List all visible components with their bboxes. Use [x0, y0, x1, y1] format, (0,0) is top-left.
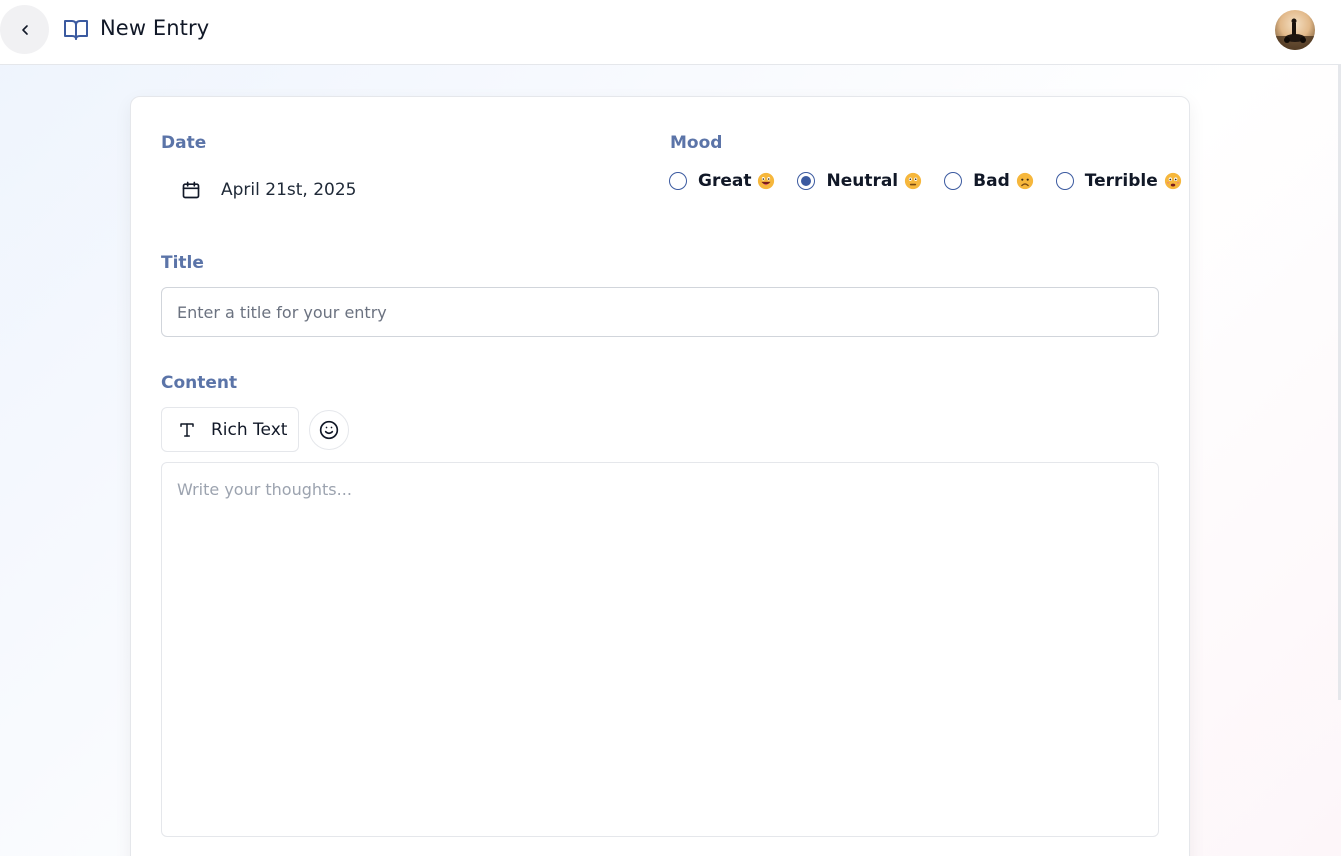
grinning-face-icon: [758, 172, 775, 190]
page-title: New Entry: [100, 16, 210, 40]
content-label: Content: [161, 373, 238, 393]
title-label: Title: [161, 253, 204, 273]
mood-option-neutral[interactable]: Neutral: [797, 171, 922, 191]
book-open-icon: [64, 20, 88, 40]
mood-option-label: Neutral: [826, 171, 899, 191]
mood-radio-group: Great Neutral Bad Terrible: [669, 168, 1182, 194]
sad-face-icon: [1016, 172, 1033, 190]
radio-neutral[interactable]: [797, 172, 816, 190]
neutral-face-icon: [905, 172, 922, 190]
radio-great[interactable]: [669, 172, 687, 190]
radio-bad[interactable]: [944, 172, 963, 190]
date-picker-button[interactable]: April 21st, 2025: [181, 180, 357, 200]
type-icon: [180, 422, 194, 437]
date-label: Date: [161, 133, 207, 153]
top-bar: New Entry: [0, 0, 1341, 65]
smile-icon: [319, 420, 339, 440]
distressed-face-icon: [1164, 172, 1181, 190]
radio-terrible[interactable]: [1055, 172, 1074, 190]
rich-text-button[interactable]: Rich Text: [161, 407, 299, 452]
mood-option-terrible[interactable]: Terrible: [1055, 171, 1182, 191]
emoji-picker-button[interactable]: [309, 410, 349, 450]
calendar-icon: [182, 181, 200, 199]
user-avatar[interactable]: [1275, 10, 1315, 50]
mood-option-label: Bad: [973, 171, 1010, 191]
mood-option-great[interactable]: Great: [669, 171, 775, 191]
date-value: April 21st, 2025: [221, 180, 357, 200]
mood-option-bad[interactable]: Bad: [944, 171, 1034, 191]
mood-option-label: Great: [698, 171, 752, 191]
content-textarea[interactable]: [161, 462, 1159, 837]
avatar-image: [1275, 18, 1315, 50]
title-input[interactable]: [161, 287, 1159, 337]
rich-text-label: Rich Text: [211, 419, 288, 440]
mood-label: Mood: [670, 133, 723, 153]
back-button[interactable]: [0, 5, 49, 54]
mood-option-label: Terrible: [1084, 171, 1158, 191]
chevron-left-icon: [21, 24, 28, 35]
